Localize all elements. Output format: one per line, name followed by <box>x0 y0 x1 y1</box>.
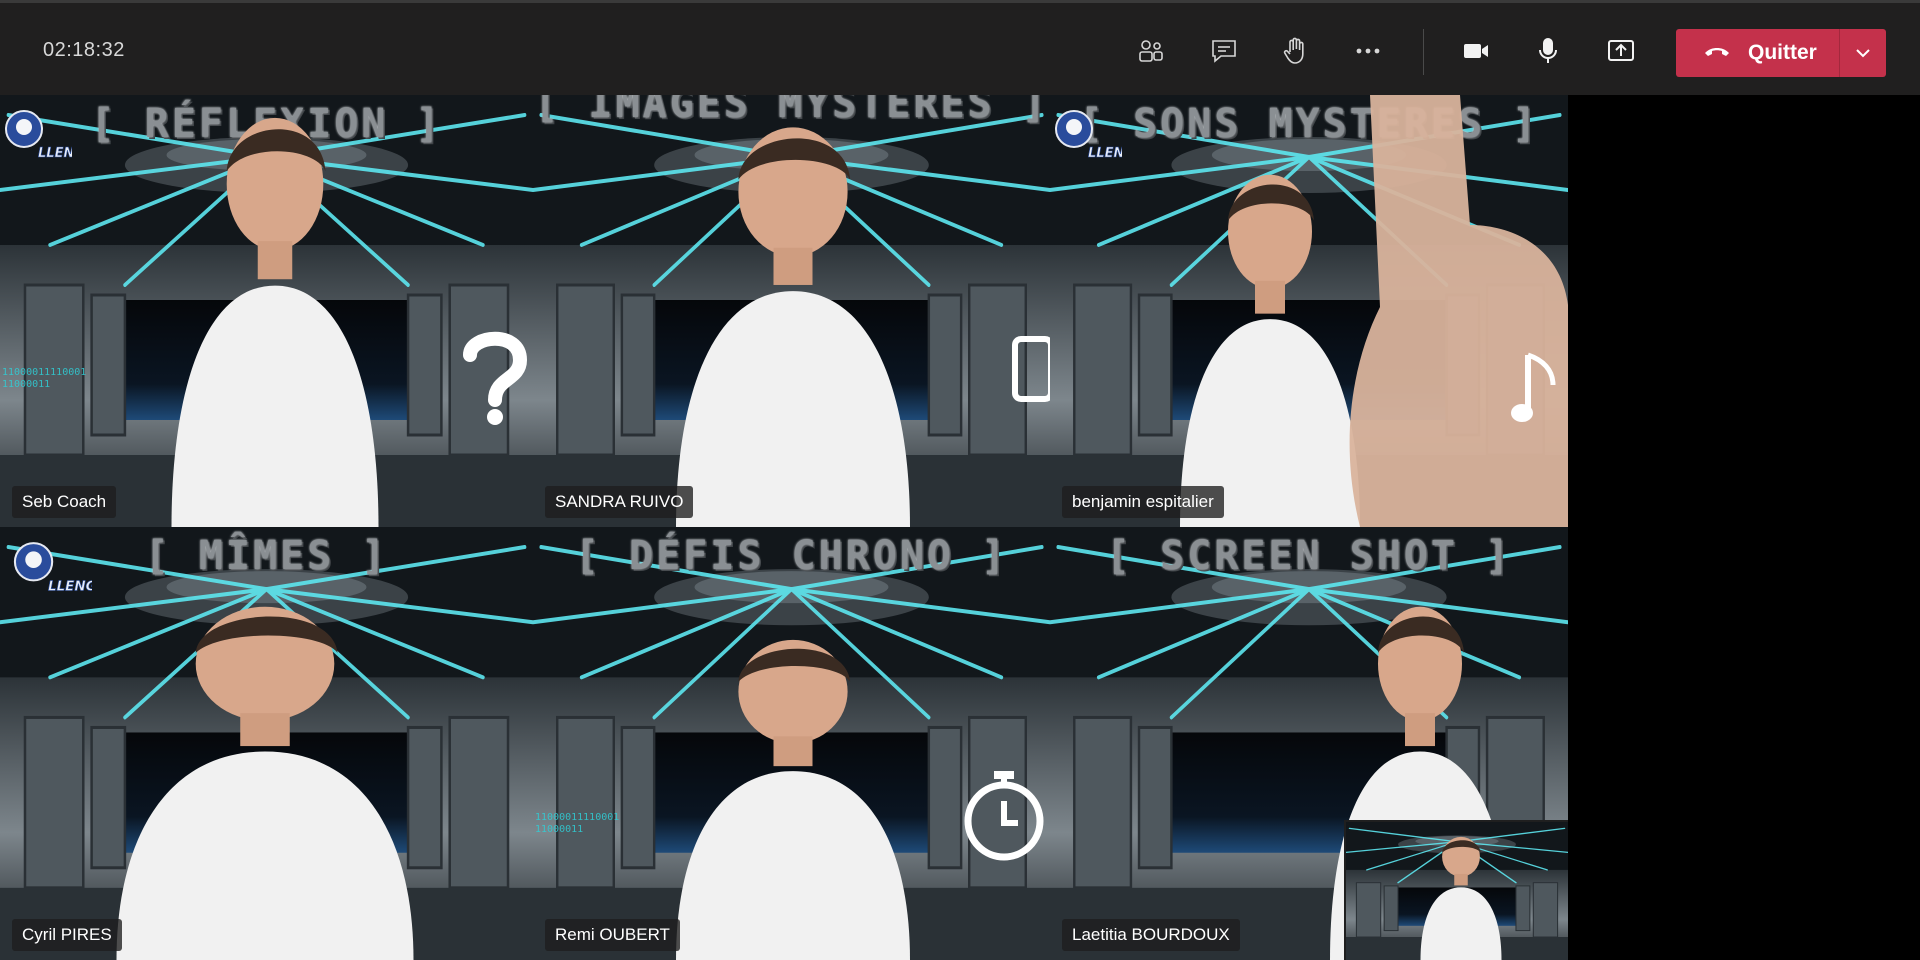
leave-button[interactable]: Quitter <box>1676 29 1839 77</box>
background-banner: [ DÉFIS CHRONO ] <box>574 533 1009 579</box>
video-grid: LLENGE [ RÉFLEXION ] 1100001111000111000… <box>0 95 1920 960</box>
image-frame-icon <box>1012 336 1050 402</box>
self-view-person <box>1416 830 1506 960</box>
participant-name: Remi OUBERT <box>545 919 680 951</box>
binary-code-text: 11000011110001 11000011 <box>535 812 620 835</box>
leave-button-group: Quitter <box>1676 29 1886 77</box>
music-note-icon <box>1511 352 1556 422</box>
participant-video <box>663 622 923 960</box>
hang-up-icon <box>1705 48 1729 56</box>
video-tile-sandra-ruivo[interactable]: [ IMAGES MYSTERES ] SANDRA RUIVO <box>533 95 1050 527</box>
raise-hand-icon[interactable] <box>1277 33 1313 69</box>
challenge-logo-icon <box>1052 107 1122 165</box>
video-tile-laetitia-bourdoux[interactable]: [ SCREEN SHOT ] Laetitia BOURDOUX <box>1050 527 1568 960</box>
stopwatch-icon <box>964 771 1044 861</box>
more-icon[interactable] <box>1350 33 1386 69</box>
participant-video <box>160 95 390 527</box>
participant-name: benjamin espitalier <box>1062 486 1224 518</box>
camera-icon[interactable] <box>1458 33 1494 69</box>
share-screen-icon[interactable] <box>1603 33 1639 69</box>
binary-code-text: 11000011110001 11000011 <box>2 367 87 390</box>
self-view-video[interactable] <box>1344 820 1568 960</box>
participant-name: Cyril PIRES <box>12 919 122 951</box>
challenge-logo-icon <box>2 107 72 165</box>
microphone-icon[interactable] <box>1530 33 1566 69</box>
question-mark-icon <box>463 331 528 425</box>
video-tile-cyril-pires[interactable]: [ MÎMES ] Cyril PIRES <box>0 527 533 960</box>
empty-stage-area <box>1568 95 1920 960</box>
toolbar-separator <box>1423 29 1424 75</box>
hand-closeup <box>1349 95 1568 527</box>
video-tile-benjamin-espitalier[interactable]: [ SONS MYSTERES ] benjamin espitalier <box>1050 95 1568 527</box>
video-tile-remi-oubert[interactable]: [ DÉFIS CHRONO ] 11000011110001 11000011 … <box>533 527 1050 960</box>
participant-video <box>100 587 430 960</box>
participants-icon[interactable] <box>1133 33 1169 69</box>
challenge-logo-icon <box>2 539 92 599</box>
participant-name: Laetitia BOURDOUX <box>1062 919 1240 951</box>
video-tile-seb-coach[interactable]: [ RÉFLEXION ] 1100001111000111000011 Seb… <box>0 95 533 527</box>
participant-name: Seb Coach <box>12 486 117 518</box>
chat-icon[interactable] <box>1206 33 1242 69</box>
leave-label: Quitter <box>1748 41 1817 64</box>
background-banner: [ SCREEN SHOT ] <box>1105 533 1513 579</box>
leave-options-chevron-icon[interactable] <box>1840 29 1886 77</box>
participant-video <box>663 105 923 527</box>
participant-name: SANDRA RUIVO <box>545 486 694 518</box>
meeting-toolbar: 02:18:32 Quitter <box>0 0 1920 95</box>
meeting-timer: 02:18:32 <box>43 39 125 61</box>
